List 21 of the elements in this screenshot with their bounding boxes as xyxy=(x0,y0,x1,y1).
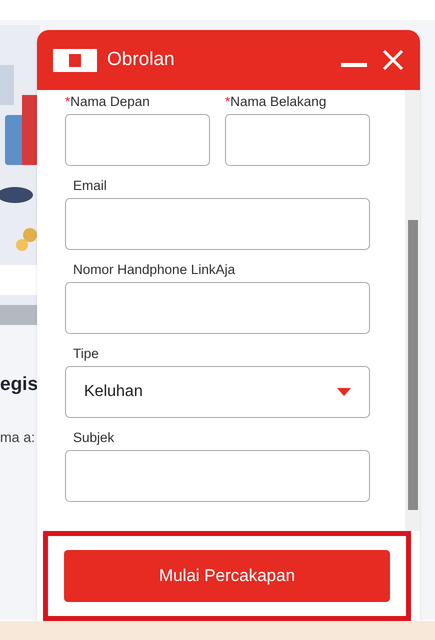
field-label: *Nama Belakang xyxy=(225,93,328,111)
field-label: *Nama Depan xyxy=(65,93,151,111)
minimize-icon[interactable] xyxy=(341,63,367,69)
field-label: Subjek xyxy=(72,429,116,447)
field-label: Tipe xyxy=(72,345,100,363)
section-text: ma a: xyxy=(0,428,36,447)
scrollbar-thumb[interactable] xyxy=(408,220,418,510)
field-label: Nomor Handphone LinkAja xyxy=(72,261,236,279)
close-icon[interactable] xyxy=(382,49,404,71)
start-chat-button[interactable]: Mulai Percakapan xyxy=(64,550,390,602)
input-field[interactable] xyxy=(65,198,370,250)
window-title: Obrolan xyxy=(107,48,175,72)
field-label: Email xyxy=(72,177,108,195)
caret-icon xyxy=(337,388,351,396)
dropdown-field[interactable]: Keluhan xyxy=(65,366,370,418)
logo-icon xyxy=(53,48,97,72)
input-field[interactable] xyxy=(65,282,370,334)
input-field[interactable] xyxy=(65,450,370,502)
input-field[interactable] xyxy=(225,114,370,166)
section-heading: egis xyxy=(0,373,38,397)
input-field[interactable] xyxy=(65,114,210,166)
